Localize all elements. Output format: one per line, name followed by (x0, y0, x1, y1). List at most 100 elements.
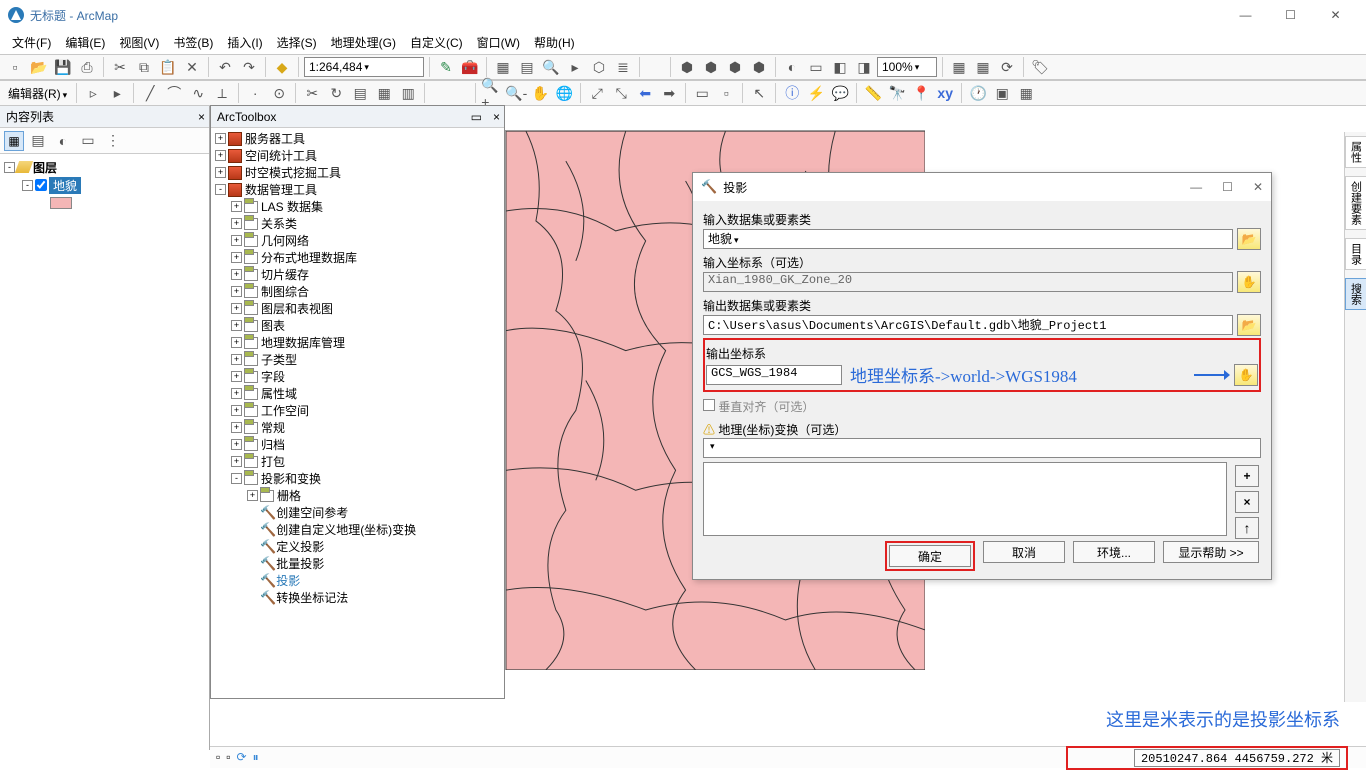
overview-icon[interactable]: ▦ (1015, 82, 1037, 104)
cut-icon[interactable]: ✂ (109, 56, 131, 78)
input-dataset-field[interactable]: 地貌 (703, 229, 1233, 249)
browse-output-icon[interactable]: 📂 (1237, 314, 1261, 336)
tree-item[interactable]: 制图综合 (261, 283, 309, 300)
expand-icon[interactable]: + (231, 201, 242, 212)
print-icon[interactable]: ⎙ (76, 56, 98, 78)
zoom-in-icon[interactable]: 🔍+ (481, 82, 503, 104)
layer-checkbox[interactable] (35, 179, 47, 191)
menu-file[interactable]: 文件(F) (6, 32, 57, 53)
fixed-zoomout-icon[interactable]: ⤡ (610, 82, 632, 104)
tree-item[interactable]: 归档 (261, 436, 285, 453)
layout-icon[interactable]: ▦ (948, 56, 970, 78)
viewer-window-icon[interactable]: ▣ (991, 82, 1013, 104)
swipe-icon[interactable]: ▭ (805, 56, 827, 78)
expand-icon[interactable]: + (231, 388, 242, 399)
expand-icon[interactable]: + (215, 150, 226, 161)
expand-icon[interactable]: + (231, 303, 242, 314)
vertical-checkbox[interactable] (703, 399, 715, 411)
endpoint-icon[interactable]: ⊙ (268, 82, 290, 104)
hyperlink-icon[interactable]: ⚡ (805, 82, 827, 104)
output-dataset-field[interactable]: C:\Users\asus\Documents\ArcGIS\Default.g… (703, 315, 1233, 335)
tree-item[interactable]: 子类型 (261, 351, 297, 368)
catalog-icon[interactable]: ▤ (516, 56, 538, 78)
tree-item[interactable]: 创建空间参考 (276, 504, 348, 521)
expand-icon[interactable]: + (215, 133, 226, 144)
tab-create-features[interactable]: 创建要素 (1345, 176, 1366, 230)
dialog-minimize-icon[interactable]: — (1190, 180, 1202, 194)
arctoolbox-close-icon[interactable]: × (493, 110, 500, 124)
menu-customize[interactable]: 自定义(C) (404, 32, 469, 53)
dataview-icon[interactable]: ▦ (972, 56, 994, 78)
transparency-icon[interactable]: ◨ (853, 56, 875, 78)
redo-icon[interactable]: ↷ (238, 56, 260, 78)
dialog-close-icon[interactable]: ✕ (1253, 180, 1263, 194)
back-extent-icon[interactable]: ⬅ (634, 82, 656, 104)
menu-edit[interactable]: 编辑(E) (59, 32, 111, 53)
georef2-icon[interactable]: ⬢ (700, 56, 722, 78)
open-icon[interactable]: 📂 (28, 56, 50, 78)
environments-button[interactable]: 环境... (1073, 541, 1155, 563)
menu-windows[interactable]: 窗口(W) (471, 32, 526, 53)
minimize-button[interactable]: — (1223, 0, 1268, 30)
toc-root[interactable]: 图层 (33, 159, 57, 176)
tree-item[interactable]: 服务器工具 (245, 130, 305, 147)
tree-item[interactable]: 数据管理工具 (245, 181, 317, 198)
results-icon[interactable]: ≣ (612, 56, 634, 78)
add-data-icon[interactable]: ◆ (271, 56, 293, 78)
expand-icon[interactable]: - (22, 180, 33, 191)
browse-outcs-icon[interactable]: ✋ (1234, 364, 1258, 386)
zoom-pct-combo[interactable]: 100% (877, 57, 937, 77)
tree-item[interactable]: LAS 数据集 (261, 198, 323, 215)
maximize-button[interactable]: ☐ (1268, 0, 1313, 30)
tab-attributes[interactable]: 属性 (1345, 136, 1366, 168)
split-icon[interactable]: ✂ (301, 82, 323, 104)
search-icon[interactable]: 🔍 (540, 56, 562, 78)
remove-button[interactable]: × (1235, 491, 1259, 513)
output-cs-field[interactable]: GCS_WGS_1984 (706, 365, 842, 385)
edit-tool-icon[interactable]: ▹ (82, 82, 104, 104)
tree-item[interactable]: 投影和变换 (261, 470, 321, 487)
find-icon[interactable]: 🔭 (886, 82, 908, 104)
list-by-visibility-icon[interactable]: ◐ (52, 130, 74, 152)
tree-item[interactable]: 批量投影 (276, 555, 324, 572)
python-icon[interactable]: ▸ (564, 56, 586, 78)
trace-icon[interactable]: ∿ (187, 82, 209, 104)
toc-icon[interactable]: ▦ (492, 56, 514, 78)
list-by-selection-icon[interactable]: ▭ (77, 130, 99, 152)
attributes-icon[interactable]: ▤ (349, 82, 371, 104)
modelbuilder-icon[interactable]: ⬡ (588, 56, 610, 78)
expand-icon[interactable]: + (231, 422, 242, 433)
show-help-button[interactable]: 显示帮助 >> (1163, 541, 1259, 563)
layer-item[interactable]: 地貌 (49, 177, 81, 194)
fixed-zoomin-icon[interactable]: ⤢ (586, 82, 608, 104)
undo-icon[interactable]: ↶ (214, 56, 236, 78)
scale-combo[interactable]: 1:264,484 (304, 57, 424, 77)
menu-view[interactable]: 视图(V) (113, 32, 165, 53)
tab-search[interactable]: 搜索 (1345, 278, 1366, 310)
menu-help[interactable]: 帮助(H) (528, 32, 581, 53)
dialog-maximize-icon[interactable]: ☐ (1222, 180, 1233, 194)
straight-seg-icon[interactable]: ╱ (139, 82, 161, 104)
layoutview-btn-icon[interactable]: ▫ (226, 750, 230, 765)
moveup-button[interactable]: ↑ (1235, 517, 1259, 539)
measure-icon[interactable]: 📏 (862, 82, 884, 104)
tree-item[interactable]: 工作空间 (261, 402, 309, 419)
add-button[interactable]: + (1235, 465, 1259, 487)
edit-vertices-icon[interactable]: ▸ (106, 82, 128, 104)
tree-item[interactable]: 时空模式挖掘工具 (245, 164, 341, 181)
expand-icon[interactable]: + (231, 439, 242, 450)
dialog-titlebar[interactable]: 🔨 投影 — ☐ ✕ (693, 173, 1271, 201)
copy-icon[interactable]: ⧉ (133, 56, 155, 78)
select-features-icon[interactable]: ▭ (691, 82, 713, 104)
expand-icon[interactable]: + (231, 337, 242, 348)
tree-item[interactable]: 空间统计工具 (245, 147, 317, 164)
toc-options-icon[interactable]: ⋮ (102, 130, 124, 152)
find-route-icon[interactable]: 📍 (910, 82, 932, 104)
expand-icon[interactable]: + (231, 456, 242, 467)
tree-item[interactable]: 分布式地理数据库 (261, 249, 357, 266)
labeling-icon[interactable]: 🏷 (1029, 56, 1051, 78)
browse-incs-icon[interactable]: ✋ (1237, 271, 1261, 293)
clear-selection-icon[interactable]: ▫ (715, 82, 737, 104)
georef3-icon[interactable]: ⬢ (724, 56, 746, 78)
refresh-btn-icon[interactable]: ⟳ (237, 750, 247, 765)
